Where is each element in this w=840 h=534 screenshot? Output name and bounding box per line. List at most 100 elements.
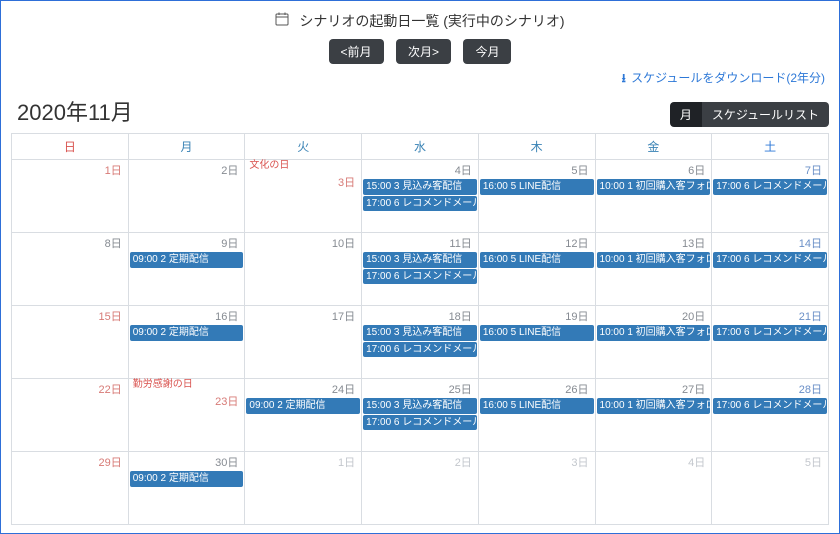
page-title: シナリオの起動日一覧 (実行中のシナリオ): [299, 13, 564, 29]
calendar-event[interactable]: 10:00 1 初回購入客フォロー: [597, 325, 711, 341]
day-number: 1日: [245, 452, 361, 470]
calendar-event[interactable]: 17:00 6 レコメンドメール: [713, 252, 827, 268]
calendar-day[interactable]: 25日15:00 3 見込み客配信17:00 6 レコメンドメール: [362, 379, 479, 452]
calendar-event[interactable]: 15:00 3 見込み客配信: [363, 252, 477, 268]
calendar-event[interactable]: 17:00 6 レコメンドメール: [713, 179, 827, 195]
calendar-event[interactable]: 17:00 6 レコメンドメール: [363, 415, 477, 431]
calendar-panel: シナリオの起動日一覧 (実行中のシナリオ) <前月 次月> 今月 ⭳ スケジュー…: [0, 0, 840, 534]
calendar-day[interactable]: 21日17:00 6 レコメンドメール: [712, 306, 829, 379]
view-toggle-month[interactable]: 月: [670, 102, 702, 127]
day-number: 2日: [362, 452, 478, 470]
page-title-row: シナリオの起動日一覧 (実行中のシナリオ): [11, 7, 829, 39]
day-number: 5日: [479, 160, 595, 178]
day-number: 3日: [245, 172, 361, 190]
calendar-day[interactable]: 11日15:00 3 見込み客配信17:00 6 レコメンドメール: [362, 233, 479, 306]
calendar-event[interactable]: 17:00 6 レコメンドメール: [363, 269, 477, 285]
calendar-day[interactable]: 9日09:00 2 定期配信: [128, 233, 245, 306]
dow-header: 水: [362, 134, 479, 160]
calendar-event[interactable]: 09:00 2 定期配信: [130, 471, 244, 487]
calendar-event[interactable]: 10:00 1 初回購入客フォロー: [597, 398, 711, 414]
dow-header: 金: [595, 134, 712, 160]
today-button[interactable]: 今月: [463, 39, 511, 64]
calendar-day[interactable]: 4日15:00 3 見込み客配信17:00 6 レコメンドメール: [362, 160, 479, 233]
calendar-day[interactable]: 6日10:00 1 初回購入客フォロー: [595, 160, 712, 233]
calendar-day[interactable]: 27日10:00 1 初回購入客フォロー: [595, 379, 712, 452]
calendar-day[interactable]: 10日: [245, 233, 362, 306]
calendar-day[interactable]: 12日16:00 5 LINE配信: [478, 233, 595, 306]
calendar-day[interactable]: 7日17:00 6 レコメンドメール: [712, 160, 829, 233]
calendar-week: 8日9日09:00 2 定期配信10日11日15:00 3 見込み客配信17:0…: [12, 233, 829, 306]
next-month-button[interactable]: 次月>: [396, 39, 451, 64]
calendar-event[interactable]: 17:00 6 レコメンドメール: [713, 325, 827, 341]
calendar-event[interactable]: 09:00 2 定期配信: [130, 252, 244, 268]
day-number: 29日: [12, 452, 128, 470]
calendar-day[interactable]: 8日: [12, 233, 129, 306]
calendar-day[interactable]: 18日15:00 3 見込み客配信17:00 6 レコメンドメール: [362, 306, 479, 379]
calendar-day[interactable]: 5日: [712, 452, 829, 525]
calendar-day[interactable]: 20日10:00 1 初回購入客フォロー: [595, 306, 712, 379]
day-number: 13日: [596, 233, 712, 251]
calendar-day[interactable]: 14日17:00 6 レコメンドメール: [712, 233, 829, 306]
day-number: 2日: [129, 160, 245, 178]
day-number: 24日: [245, 379, 361, 397]
holiday-name: 勤労感謝の日: [129, 379, 245, 391]
calendar-day[interactable]: 16日09:00 2 定期配信: [128, 306, 245, 379]
calendar-day[interactable]: 文化の日3日: [245, 160, 362, 233]
calendar-day[interactable]: 28日17:00 6 レコメンドメール: [712, 379, 829, 452]
calendar-day[interactable]: 1日: [12, 160, 129, 233]
calendar-day[interactable]: 5日16:00 5 LINE配信: [478, 160, 595, 233]
day-number: 26日: [479, 379, 595, 397]
calendar-event[interactable]: 17:00 6 レコメンドメール: [363, 196, 477, 212]
calendar-day[interactable]: 26日16:00 5 LINE配信: [478, 379, 595, 452]
calendar-event[interactable]: 09:00 2 定期配信: [130, 325, 244, 341]
calendar-event[interactable]: 10:00 1 初回購入客フォロー: [597, 179, 711, 195]
day-number: 12日: [479, 233, 595, 251]
calendar-day[interactable]: 2日: [362, 452, 479, 525]
calendar-event[interactable]: 15:00 3 見込み客配信: [363, 179, 477, 195]
dow-header: 木: [478, 134, 595, 160]
day-number: 4日: [362, 160, 478, 178]
calendar-day[interactable]: 24日09:00 2 定期配信: [245, 379, 362, 452]
calendar-day[interactable]: 2日: [128, 160, 245, 233]
calendar-event[interactable]: 16:00 5 LINE配信: [480, 325, 594, 341]
calendar-day[interactable]: 勤労感謝の日23日: [128, 379, 245, 452]
view-toggle-list[interactable]: スケジュールリスト: [702, 102, 829, 127]
calendar-event[interactable]: 17:00 6 レコメンドメール: [713, 398, 827, 414]
day-number: 30日: [129, 452, 245, 470]
calendar-event[interactable]: 10:00 1 初回購入客フォロー: [597, 252, 711, 268]
calendar-table: 日月火水木金土 1日2日文化の日3日4日15:00 3 見込み客配信17:00 …: [11, 133, 829, 525]
calendar-event[interactable]: 16:00 5 LINE配信: [480, 252, 594, 268]
calendar-day[interactable]: 15日: [12, 306, 129, 379]
calendar-event[interactable]: 15:00 3 見込み客配信: [363, 325, 477, 341]
calendar-day[interactable]: 3日: [478, 452, 595, 525]
dow-header: 火: [245, 134, 362, 160]
day-number: 11日: [362, 233, 478, 251]
calendar-day[interactable]: 22日: [12, 379, 129, 452]
day-number: 23日: [129, 391, 245, 409]
calendar-event[interactable]: 17:00 6 レコメンドメール: [363, 342, 477, 358]
calendar-day[interactable]: 17日: [245, 306, 362, 379]
calendar-event[interactable]: 09:00 2 定期配信: [246, 398, 360, 414]
day-number: 14日: [712, 233, 828, 251]
calendar-week: 29日30日09:00 2 定期配信1日2日3日4日5日: [12, 452, 829, 525]
calendar-week: 15日16日09:00 2 定期配信17日18日15:00 3 見込み客配信17…: [12, 306, 829, 379]
day-number: 9日: [129, 233, 245, 251]
calendar-day[interactable]: 19日16:00 5 LINE配信: [478, 306, 595, 379]
day-number: 22日: [12, 379, 128, 397]
day-number: 4日: [596, 452, 712, 470]
calendar-day[interactable]: 30日09:00 2 定期配信: [128, 452, 245, 525]
day-number: 20日: [596, 306, 712, 324]
calendar-event[interactable]: 16:00 5 LINE配信: [480, 398, 594, 414]
calendar-day[interactable]: 4日: [595, 452, 712, 525]
view-toggle: 月 スケジュールリスト: [670, 102, 829, 127]
dow-header: 土: [712, 134, 829, 160]
prev-month-button[interactable]: <前月: [329, 39, 384, 64]
download-icon: ⭳: [622, 71, 626, 85]
calendar-day[interactable]: 29日: [12, 452, 129, 525]
download-schedule-link[interactable]: ⭳ スケジュールをダウンロード(2年分): [622, 69, 825, 90]
calendar-event[interactable]: 15:00 3 見込み客配信: [363, 398, 477, 414]
calendar-event[interactable]: 16:00 5 LINE配信: [480, 179, 594, 195]
calendar-day[interactable]: 1日: [245, 452, 362, 525]
day-number: 19日: [479, 306, 595, 324]
calendar-day[interactable]: 13日10:00 1 初回購入客フォロー: [595, 233, 712, 306]
